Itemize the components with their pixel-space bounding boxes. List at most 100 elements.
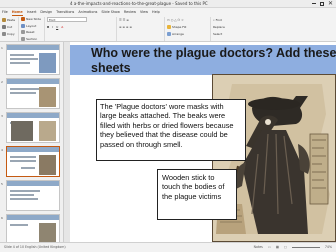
thumbnail-title-strip <box>7 45 59 50</box>
thumbnail-image <box>39 223 56 243</box>
thumbnail-image <box>39 53 56 73</box>
italic-icon[interactable]: I <box>52 25 53 29</box>
zoom-slider[interactable] <box>291 247 320 248</box>
reset-icon <box>21 30 26 35</box>
ribbon-tabs: File Home Insert Design Transitions Anim… <box>2 8 160 16</box>
thumbnail-text-line <box>10 194 34 196</box>
paste-icon <box>2 17 6 22</box>
slide-editing-area: Who were the plague doctors? Add these a… <box>64 42 336 242</box>
current-slide[interactable]: Who were the plague doctors? Add these a… <box>70 42 336 242</box>
tab-home[interactable]: Home <box>11 8 23 16</box>
section-icon <box>21 36 26 41</box>
arrange-icon <box>166 31 171 36</box>
slide-thumbnail-6[interactable] <box>6 214 60 245</box>
slide-sorter-icon[interactable]: ▦ <box>276 243 279 252</box>
thumbnail-text-line <box>10 160 36 162</box>
tab-view[interactable]: View <box>140 8 148 16</box>
thumbnail-text-line <box>10 224 28 226</box>
tab-design[interactable]: Design <box>40 8 52 16</box>
new-slide-button[interactable]: New Slide <box>21 17 41 22</box>
arrange-button[interactable]: Arrange <box>166 31 207 36</box>
thumbnail-title-strip <box>7 113 59 118</box>
layout-button[interactable]: Layout <box>21 23 41 29</box>
search-icon: ⌕ <box>212 17 215 22</box>
thumbnail-number: 1 <box>1 46 3 50</box>
cut-button[interactable]: Cut <box>2 24 15 29</box>
thumbnail-number: 2 <box>1 80 3 84</box>
tab-file[interactable]: File <box>2 8 8 16</box>
powerpoint-window: 4 a-the-impacts-and-reactions-to-the-gre… <box>0 0 336 252</box>
thumbnail-text-line <box>21 167 35 169</box>
tab-review[interactable]: Review <box>124 8 136 16</box>
thumbnail-number: 4 <box>1 148 3 152</box>
thumbnail-image <box>39 87 56 107</box>
replace-button[interactable]: Replace <box>213 24 225 29</box>
paragraph-group: ☰ ☰ ≡ ≡ ≡ ≡ ≡ <box>119 17 165 41</box>
title-bar: 4 a-the-impacts-and-reactions-to-the-gre… <box>0 0 336 8</box>
thumbnail-image <box>39 155 56 175</box>
slide-title[interactable]: Who were the plague doctors? Add these a… <box>70 45 336 75</box>
editing-group: ⌕ Find Replace Select <box>213 17 228 41</box>
find-button[interactable]: ⌕ Find <box>213 17 225 22</box>
thumbnail-text-line <box>10 92 36 94</box>
annotation-box-masks[interactable]: The 'Plague doctors' wore masks with lar… <box>96 99 246 161</box>
maximize-icon[interactable] <box>320 2 324 6</box>
reset-button[interactable]: Reset <box>21 30 41 35</box>
slide-thumbnail-4[interactable] <box>6 146 60 177</box>
reading-view-icon[interactable]: ▢ <box>284 243 287 252</box>
ribbon-commands: Paste Cut Copy New Slide Layout Reset Se… <box>2 17 334 41</box>
clipboard-group: Paste Cut Copy <box>2 17 20 41</box>
font-name-box[interactable]: Font <box>46 17 87 22</box>
underline-icon[interactable]: U <box>56 25 58 29</box>
bold-icon[interactable]: B <box>47 25 49 29</box>
bullets-icon[interactable]: ☰ ☰ ≡ <box>119 17 161 22</box>
align-icon[interactable]: ≡ ≡ ≡ ≡ <box>119 24 161 29</box>
close-icon[interactable]: ✕ <box>328 0 333 8</box>
thumbnail-text-line <box>10 54 34 56</box>
zoom-level[interactable]: 74% <box>325 243 332 252</box>
thumbnail-text-line <box>10 198 38 200</box>
ribbon: File Home Insert Design Transitions Anim… <box>0 8 336 42</box>
select-button[interactable]: Select <box>213 31 225 36</box>
status-slide-info: Slide 4 of 10 English (United Kingdom) <box>4 245 66 249</box>
tab-slide-show[interactable]: Slide Show <box>101 8 120 16</box>
copy-button[interactable]: Copy <box>2 31 15 36</box>
slide-thumbnail-3[interactable] <box>6 112 60 143</box>
thumbnail-image <box>11 121 33 141</box>
annotation-text-stick: Wooden stick to touch the bodies of the … <box>162 173 225 201</box>
slide-thumbnail-1[interactable] <box>6 44 60 75</box>
thumbnail-text-line <box>10 190 40 192</box>
shape-fill-button[interactable]: Shape Fill <box>166 24 207 29</box>
slide-thumbnail-pane: 1 2 3 4 5 6 <box>0 42 64 245</box>
copy-icon <box>2 31 6 36</box>
thumbnail-text-line <box>10 58 38 60</box>
status-bar: Slide 4 of 10 English (United Kingdom) N… <box>0 242 336 252</box>
font-color-icon[interactable]: A <box>61 25 63 29</box>
font-group: Font B I U A <box>46 17 117 41</box>
tab-insert[interactable]: Insert <box>27 8 37 16</box>
slide-thumbnail-2[interactable] <box>6 78 60 109</box>
paste-button[interactable]: Paste <box>2 17 15 22</box>
annotation-box-stick[interactable]: Wooden stick to touch the bodies of the … <box>157 169 237 220</box>
layout-icon <box>21 23 26 28</box>
fill-icon <box>166 24 171 29</box>
thumbnail-number: 5 <box>1 182 3 186</box>
window-title: 4 a-the-impacts-and-reactions-to-the-gre… <box>70 1 208 6</box>
scissors-icon <box>2 24 6 29</box>
tab-help[interactable]: Help <box>152 8 160 16</box>
minimize-icon[interactable] <box>312 3 316 4</box>
thumbnail-text-line <box>10 62 30 64</box>
slide-title-line-2: sheets <box>91 61 131 75</box>
tab-transitions[interactable]: Transitions <box>56 8 74 16</box>
tab-animations[interactable]: Animations <box>78 8 97 16</box>
notes-button[interactable]: Notes <box>254 243 263 252</box>
section-button[interactable]: Section <box>21 36 41 42</box>
thumbnail-title-strip <box>7 181 59 186</box>
slide-thumbnail-5[interactable] <box>6 180 60 211</box>
thumbnail-image <box>39 121 56 141</box>
annotation-text-masks: The 'Plague doctors' wore masks with lar… <box>100 102 234 149</box>
font-format-row: B I U A <box>47 24 113 29</box>
shapes-gallery[interactable]: ▭ ○ △ ⬠ ☆ <box>167 17 207 22</box>
status-right: Notes ▭ ▦ ▢ 74% <box>254 243 332 252</box>
normal-view-icon[interactable]: ▭ <box>268 243 271 252</box>
